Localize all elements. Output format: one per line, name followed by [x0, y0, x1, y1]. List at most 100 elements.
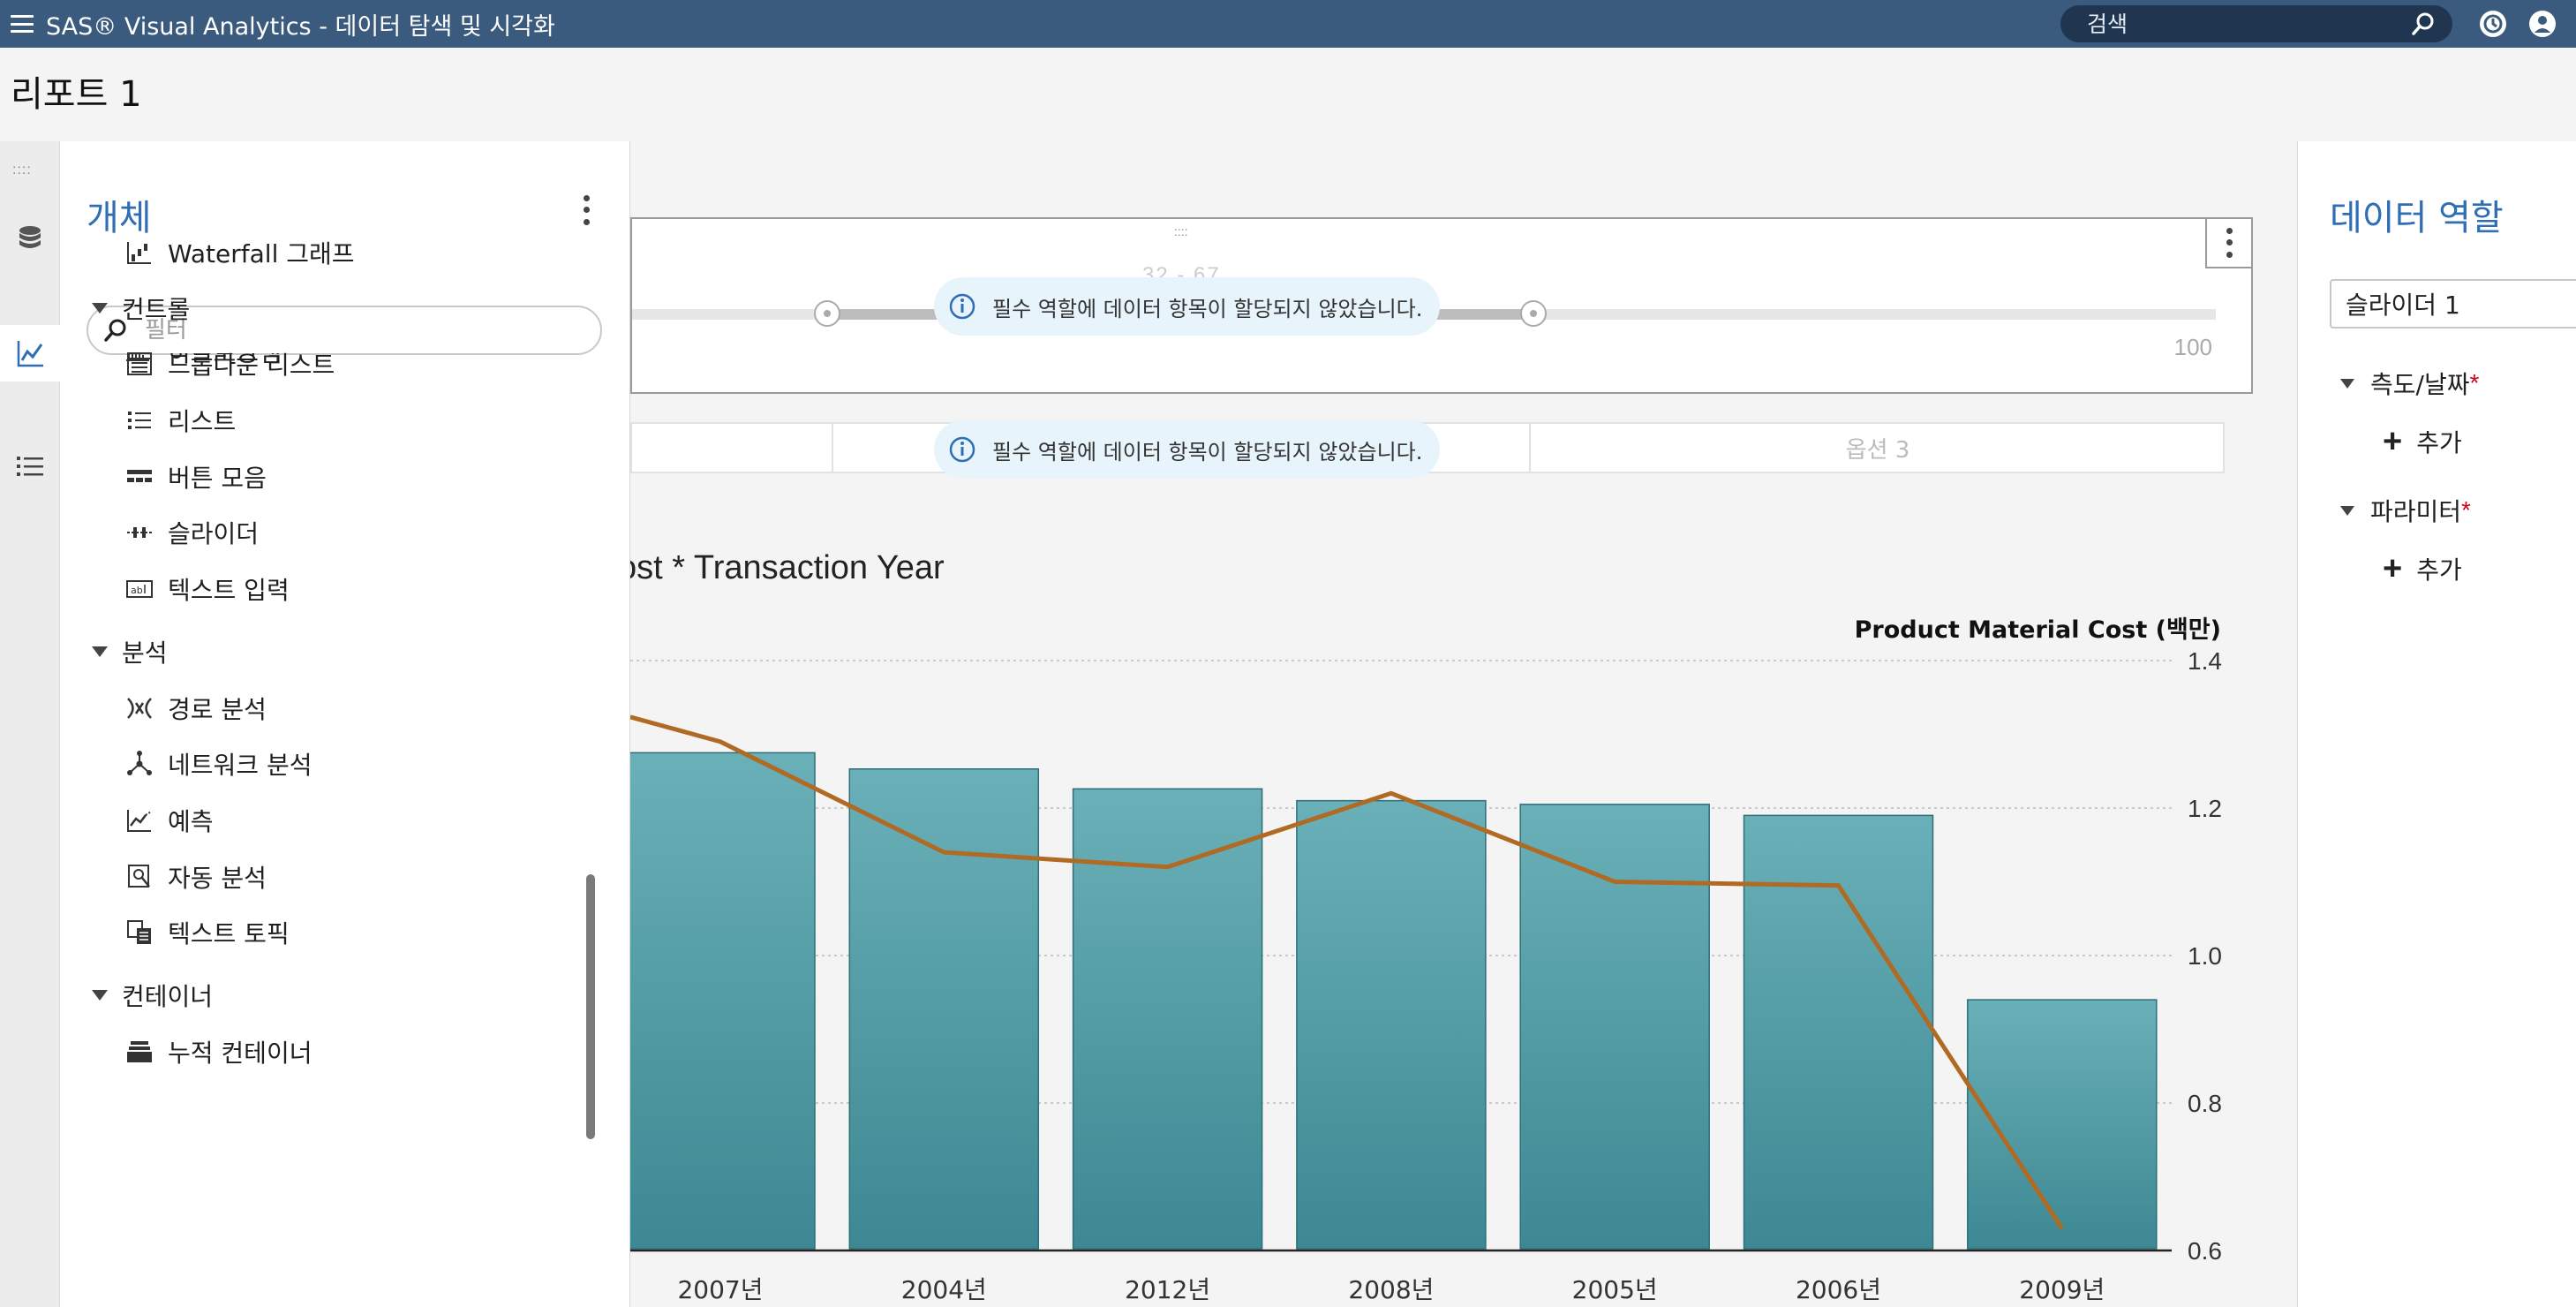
bar-2005년[interactable] [1519, 804, 1710, 1250]
collapse-triangle-icon [92, 303, 108, 314]
role-measure-date-add[interactable]: + 추가 [2383, 422, 2462, 461]
user-icon[interactable] [2527, 8, 2558, 40]
object-item-label: 경로 분석 [168, 695, 267, 724]
object-item-waterfall[interactable]: Waterfall 그래프 [124, 233, 355, 272]
report-canvas[interactable]: :::: 32 - 67 100 필수 역할에 데이터 항목이 할당되지 않았습… [630, 141, 2297, 1307]
object-item-slider[interactable]: 슬라이더 [124, 513, 259, 552]
object-item-label: 네트워크 분석 [168, 751, 313, 780]
search-box[interactable] [2060, 5, 2452, 42]
app-title: SAS® Visual Analytics - 데이터 탐색 및 시각화 [46, 12, 555, 41]
objects-pane-button[interactable] [0, 325, 61, 382]
object-item-forecast[interactable]: 예측 [124, 801, 214, 840]
database-icon [19, 226, 41, 248]
object-item-network-analysis[interactable]: 네트워크 분석 [124, 744, 312, 783]
object-item-dropdown-list[interactable]: 드롭다운 리스트 [124, 344, 335, 383]
plus-icon: + [2383, 423, 2403, 460]
object-item-label: 텍스트 입력 [168, 576, 290, 605]
waterfall-icon [124, 237, 155, 268]
data-roles-panel: 데이터 역할 슬라이더 1 측도/날짜 * + 추가 파라미터 * + 추가 [2297, 141, 2576, 1307]
add-label: 추가 [2416, 555, 2462, 585]
data-pane-button[interactable] [0, 210, 60, 267]
bars[interactable] [630, 752, 2172, 1252]
role-measure-date-label: 측도/날짜 [2370, 370, 2470, 399]
role-parameter[interactable]: 파라미터 * [2340, 491, 2471, 530]
y-tick-label: 1.4 [2188, 647, 2222, 675]
category-1[interactable]: 컨트롤 [92, 289, 190, 328]
object-item-stack-container[interactable]: 누적 컨테이너 [124, 1032, 312, 1071]
role-measure-date[interactable]: 측도/날짜 * [2340, 364, 2479, 403]
category-label: 컨트롤 [122, 295, 191, 324]
line-chart-icon [17, 341, 43, 367]
text-input-icon: ab [124, 573, 155, 605]
forecast-icon [124, 805, 155, 836]
collapse-triangle-icon [92, 990, 108, 1001]
outline-list-icon [17, 457, 43, 476]
add-label: 추가 [2416, 428, 2462, 457]
slider-icon [124, 517, 155, 548]
role-parameter-label: 파라미터 [2370, 497, 2462, 526]
outline-pane-button[interactable] [0, 438, 60, 495]
search-icon[interactable] [2410, 11, 2437, 37]
list-icon [124, 404, 155, 436]
y-tick-label: 0.8 [2188, 1090, 2222, 1117]
grip-icon[interactable]: :::: [12, 162, 32, 178]
recent-activity-icon[interactable] [2477, 8, 2509, 40]
stack-container-icon [124, 1036, 155, 1068]
button-bar-icon [124, 461, 155, 493]
y-tick-label: 0.6 [2188, 1237, 2222, 1265]
y-tick-labels: 1.4 1.2 1.0 0.8 0.6 [2188, 647, 2222, 1265]
object-item-label: 자동 분석 [168, 864, 267, 893]
object-item-button-bar[interactable]: 버튼 모음 [124, 457, 267, 496]
objects-scrollbar[interactable] [586, 874, 595, 1139]
category-label: 컨테이너 [122, 982, 214, 1011]
bar-2012년[interactable] [1072, 788, 1263, 1250]
object-item-list[interactable]: 리스트 [124, 401, 236, 440]
top-bar: SAS® Visual Analytics - 데이터 탐색 및 시각화 [0, 0, 2576, 48]
y-tick-label: 1.2 [2188, 795, 2222, 822]
object-item-text-input[interactable]: ab 텍스트 입력 [124, 570, 290, 608]
object-item-path-analysis[interactable]: 경로 분석 [124, 689, 267, 728]
x-tick-label: 2006년 [1796, 1275, 1881, 1304]
role-parameter-add[interactable]: + 추가 [2383, 549, 2462, 588]
x-tick-label: 2004년 [901, 1275, 987, 1304]
x-tick-label: 2007년 [677, 1275, 763, 1304]
required-marker: * [2461, 496, 2471, 524]
x-tick-label: 2008년 [1348, 1275, 1434, 1304]
category-13[interactable]: 컨테이너 [92, 976, 213, 1015]
object-item-label: 누적 컨테이너 [168, 1039, 313, 1068]
object-item-label: 드롭다운 리스트 [168, 351, 335, 380]
object-item-automated-analysis[interactable]: 자동 분석 [124, 857, 267, 896]
objects-panel: 개체 히스토그램 Waterfall 그래프컨트롤드롭다운 리스트리스트버튼 모… [60, 141, 630, 1307]
plus-icon: + [2383, 550, 2403, 587]
dropdown-list-icon [124, 348, 155, 380]
object-item-text-topics[interactable]: 텍스트 토픽 [124, 913, 290, 952]
category-label: 분석 [122, 638, 168, 668]
x-tick-label: 2012년 [1125, 1275, 1210, 1304]
object-item-label: 예측 [168, 807, 214, 836]
objects-more-icon[interactable] [577, 193, 595, 228]
object-item-label: 리스트 [168, 407, 237, 436]
x-tick-labels: 2007년 2004년 2012년 2008년 2005년 2006년 2009년 [677, 1275, 2105, 1304]
collapse-triangle-icon [2340, 378, 2354, 389]
bar-2004년[interactable] [848, 767, 1040, 1250]
x-tick-label: 2005년 [1572, 1275, 1658, 1304]
x-tick-label: 2009년 [2019, 1275, 2105, 1304]
bar-2007년[interactable] [630, 752, 816, 1250]
text-topics-icon [124, 917, 155, 948]
bar-2006년[interactable] [1743, 814, 1934, 1250]
roles-panel-title: 데이터 역할 [2330, 198, 2504, 238]
bar-line-chart[interactable]: Product Material Cost (백만) 2007년 2004년 201… [630, 141, 2297, 1307]
network-analysis-icon [124, 748, 155, 780]
bar-2008년[interactable] [1296, 799, 1487, 1250]
y-tick-label: 1.0 [2188, 942, 2222, 970]
menu-icon[interactable] [11, 15, 34, 33]
search-input[interactable] [2087, 11, 2410, 37]
collapse-triangle-icon [92, 646, 108, 657]
filter-input[interactable] [145, 317, 569, 344]
object-select[interactable]: 슬라이더 1 [2330, 279, 2576, 329]
y-axis-label: Product Material Cost (백만) [1855, 616, 2221, 644]
automated-analysis-icon [124, 861, 155, 893]
category-7[interactable]: 분석 [92, 632, 168, 671]
collapse-triangle-icon [2340, 505, 2354, 516]
report-title[interactable]: 리포트 1 [11, 65, 142, 117]
